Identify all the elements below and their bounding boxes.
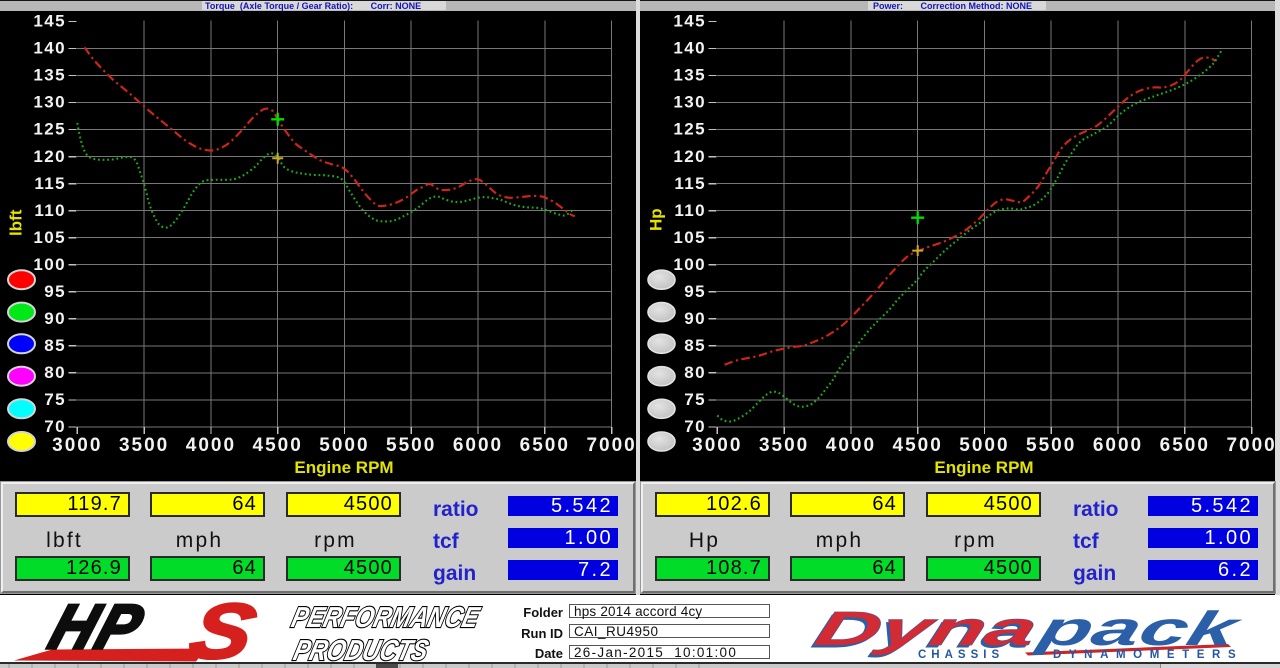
svg-text:3000: 3000: [692, 435, 742, 456]
svg-text:115: 115: [674, 174, 706, 193]
svg-text:80: 80: [44, 363, 66, 382]
svg-text:PERFORMANCE: PERFORMANCE: [288, 601, 483, 633]
svg-text:140: 140: [33, 39, 66, 58]
svg-text:4000: 4000: [186, 435, 236, 456]
svg-text:95: 95: [44, 282, 66, 301]
svg-text:80: 80: [684, 363, 706, 382]
svg-text:70: 70: [44, 417, 66, 436]
svg-text:120: 120: [33, 147, 66, 166]
svg-text:85: 85: [44, 336, 66, 355]
svg-text:95: 95: [684, 282, 706, 301]
svg-text:5500: 5500: [386, 435, 436, 456]
svg-text:Hp: Hp: [647, 208, 666, 231]
svg-text:PRODUCTS: PRODUCTS: [290, 634, 431, 662]
svg-text:130: 130: [33, 93, 66, 112]
svg-text:110: 110: [34, 201, 66, 220]
svg-text:105: 105: [33, 228, 66, 247]
svg-text:3000: 3000: [52, 435, 102, 456]
svg-text:145: 145: [673, 12, 706, 31]
svg-text:125: 125: [33, 120, 66, 139]
svg-text:5500: 5500: [1026, 435, 1076, 456]
svg-text:Engine RPM: Engine RPM: [294, 458, 393, 477]
svg-text:CHASSIS: CHASSIS: [918, 649, 1004, 661]
svg-text:105: 105: [673, 228, 706, 247]
svg-text:140: 140: [673, 39, 706, 58]
svg-text:3500: 3500: [759, 435, 809, 456]
svg-text:7000: 7000: [1226, 435, 1276, 456]
svg-text:75: 75: [44, 390, 66, 409]
svg-text:90: 90: [684, 309, 706, 328]
svg-text:100: 100: [673, 255, 706, 274]
svg-text:115: 115: [34, 174, 66, 193]
svg-text:6000: 6000: [1093, 435, 1143, 456]
svg-text:90: 90: [44, 309, 66, 328]
svg-text:120: 120: [673, 147, 706, 166]
svg-text:3500: 3500: [119, 435, 169, 456]
svg-text:4500: 4500: [893, 435, 943, 456]
svg-text:125: 125: [673, 120, 706, 139]
svg-text:135: 135: [673, 66, 706, 85]
svg-text:6500: 6500: [1160, 435, 1210, 456]
svg-text:4000: 4000: [826, 435, 876, 456]
svg-text:135: 135: [33, 66, 66, 85]
svg-text:Engine RPM: Engine RPM: [934, 458, 1033, 477]
svg-text:130: 130: [673, 93, 706, 112]
svg-text:Dyna: Dyna: [809, 602, 1044, 656]
svg-text:6000: 6000: [453, 435, 503, 456]
svg-text:pack: pack: [1031, 601, 1248, 655]
svg-text:DYNAMOMETERS: DYNAMOMETERS: [1053, 649, 1243, 661]
svg-text:5000: 5000: [959, 435, 1009, 456]
svg-text:145: 145: [33, 12, 66, 31]
svg-text:S: S: [182, 595, 264, 662]
svg-text:75: 75: [684, 390, 706, 409]
svg-text:7000: 7000: [586, 435, 636, 456]
svg-text:85: 85: [684, 336, 706, 355]
svg-text:100: 100: [33, 255, 66, 274]
svg-text:lbft: lbft: [7, 209, 26, 236]
svg-text:6500: 6500: [520, 435, 570, 456]
svg-text:5000: 5000: [319, 435, 369, 456]
svg-text:110: 110: [674, 201, 706, 220]
svg-text:70: 70: [684, 417, 706, 436]
svg-text:4500: 4500: [253, 435, 303, 456]
